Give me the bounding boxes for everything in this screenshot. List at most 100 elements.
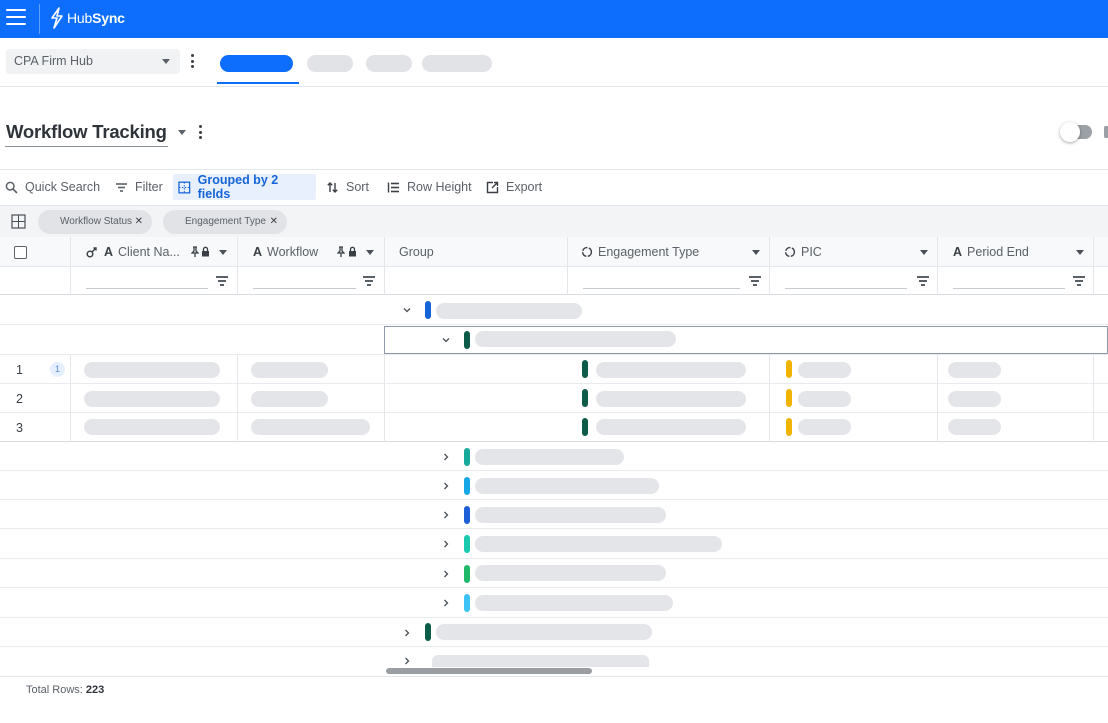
column-label: Client Na... [118,245,180,259]
column-menu-icon[interactable] [752,250,760,255]
column-menu-icon[interactable] [920,250,928,255]
group-label-placeholder [475,536,722,552]
column-divider [237,355,238,442]
column-header-client-name[interactable]: A Client Na... [86,237,180,267]
tab-3[interactable] [366,55,412,72]
filter-label: Filter [135,180,163,194]
column-header-period-end[interactable]: A Period End [953,237,1029,267]
chevron-down-icon[interactable] [403,306,411,314]
comment-count-badge[interactable]: 1 [50,362,65,377]
tab-4[interactable] [422,55,492,72]
chevron-right-icon[interactable] [403,629,411,637]
filter-input-pic[interactable] [785,288,907,289]
period-end-placeholder[interactable] [948,362,1001,378]
tab-2[interactable] [307,55,353,72]
group-color-marker [425,623,431,641]
horizontal-scrollbar[interactable] [386,668,592,674]
period-end-placeholder[interactable] [948,391,1001,407]
lock-icon [202,246,209,257]
column-menu-icon[interactable] [1076,250,1084,255]
engagement-placeholder[interactable] [596,391,746,407]
row-height-button[interactable]: Row Height [382,174,477,200]
chevron-right-icon[interactable] [442,540,450,548]
period-end-placeholder[interactable] [948,419,1001,435]
pin-icon[interactable] [337,246,345,258]
filter-input-client-name[interactable] [86,288,208,289]
filter-input-engagement-type[interactable] [583,288,740,289]
chevron-down-icon[interactable] [442,336,450,344]
client-name-placeholder[interactable] [84,362,220,378]
pic-placeholder[interactable] [798,391,851,407]
select-all-checkbox[interactable] [14,246,27,259]
row-height-icon [387,182,399,192]
column-divider [937,237,938,295]
chevron-right-icon[interactable] [442,511,450,519]
column-header-pic[interactable]: PIC [784,237,822,267]
chevron-right-icon[interactable] [442,599,450,607]
column-menu-icon[interactable] [366,250,374,255]
workflow-placeholder[interactable] [251,419,370,435]
menu-icon[interactable] [6,9,26,25]
group-chip-workflow-status[interactable]: Workflow Status ✕ [38,210,152,234]
filter-icon[interactable] [917,276,929,286]
status-type-icon [581,246,593,258]
chevron-right-icon[interactable] [442,482,450,490]
export-label: Export [506,180,543,194]
group-chip-label: Workflow Status [60,216,133,227]
pic-placeholder[interactable] [798,419,851,435]
filter-button[interactable]: Filter [110,174,168,200]
group-label-placeholder [475,478,659,494]
column-header-workflow[interactable]: A Workflow [253,237,318,267]
client-name-placeholder[interactable] [84,419,220,435]
group-label-placeholder [475,331,676,347]
toggle-clipped[interactable] [1104,126,1108,138]
engagement-placeholder[interactable] [596,362,746,378]
filter-icon[interactable] [1073,276,1085,286]
export-icon [486,181,499,193]
filter-input-workflow[interactable] [253,288,356,289]
pic-placeholder[interactable] [798,362,851,378]
pin-icon[interactable] [191,246,199,258]
grouped-button[interactable]: Grouped by 2 fields [173,173,316,201]
column-label: PIC [801,245,822,259]
tab-1[interactable] [220,55,293,72]
grid-header: A Client Na... A Workflow Group Engageme… [0,237,1108,267]
column-divider [70,237,71,295]
filter-icon[interactable] [363,276,375,286]
filter-input-period-end[interactable] [953,288,1065,289]
group-by-bar: Workflow Status ✕ Engagement Type ✕ [0,205,1108,237]
column-divider [384,355,385,442]
view-more-icon[interactable] [199,125,203,141]
lock-icon [349,246,356,257]
engagement-placeholder[interactable] [596,419,746,435]
view-dropdown-icon[interactable] [178,130,186,135]
group-chip-engagement-type[interactable]: Engagement Type ✕ [163,210,287,234]
workflow-placeholder[interactable] [251,391,328,407]
chevron-right-icon[interactable] [442,570,450,578]
client-name-placeholder[interactable] [84,391,220,407]
column-header-group[interactable]: Group [399,237,434,267]
group-color-marker [464,448,470,466]
sort-label: Sort [346,180,369,194]
toggle-knob [1060,122,1080,142]
chevron-right-icon[interactable] [442,453,450,461]
brand-logo[interactable]: HubSync [50,7,125,29]
grouping-panel-icon[interactable] [11,214,26,229]
filter-icon[interactable] [749,276,761,286]
filter-row [0,267,1108,295]
hub-more-icon[interactable] [191,54,195,70]
export-button[interactable]: Export [481,174,547,200]
filter-icon[interactable] [216,276,228,286]
chevron-right-icon[interactable] [403,657,411,665]
column-header-engagement-type[interactable]: Engagement Type [581,237,699,267]
sort-button[interactable]: Sort [321,174,374,200]
hub-selector[interactable]: CPA Firm Hub [6,49,180,74]
view-title[interactable]: Workflow Tracking [6,121,167,143]
view-toggle[interactable] [1060,122,1092,142]
column-divider [567,237,568,295]
close-icon[interactable]: ✕ [135,216,143,227]
close-icon[interactable]: ✕ [270,216,278,227]
workflow-placeholder[interactable] [251,362,328,378]
quick-search-button[interactable]: Quick Search [0,174,105,200]
column-menu-icon[interactable] [219,250,227,255]
